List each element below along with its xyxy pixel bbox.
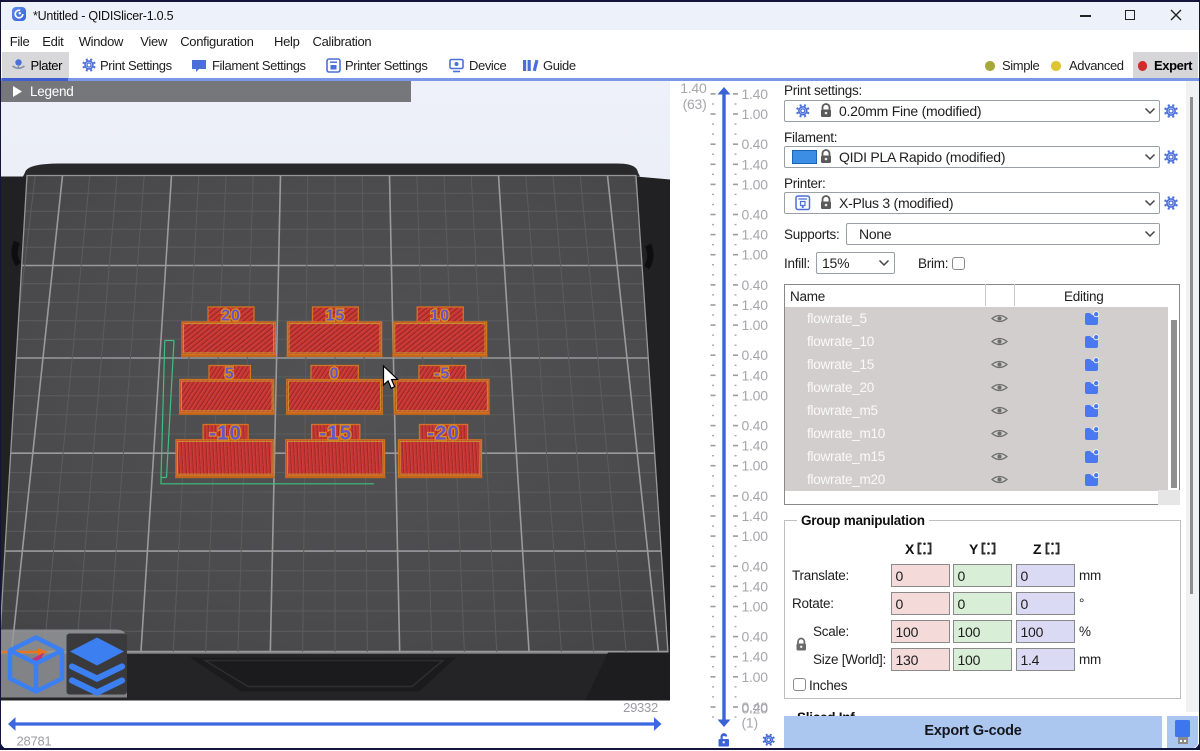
svg-text:5: 5 — [225, 365, 235, 382]
svg-text:1.40: 1.40 — [680, 81, 707, 96]
svg-text:1.00: 1.00 — [742, 176, 769, 192]
svg-text:-20: -20 — [427, 421, 460, 444]
svg-text:-10: -10 — [209, 421, 242, 444]
svg-text:1.00: 1.00 — [742, 387, 769, 403]
svg-text:1.40: 1.40 — [742, 367, 769, 383]
svg-text:1.40: 1.40 — [742, 156, 769, 172]
svg-text:1.00: 1.00 — [742, 668, 769, 684]
svg-text:(1): (1) — [742, 714, 758, 730]
svg-text:1.00: 1.00 — [742, 457, 769, 473]
svg-text:1.40: 1.40 — [742, 297, 769, 313]
svg-text:0.40: 0.40 — [742, 628, 769, 644]
svg-text:1.40: 1.40 — [742, 508, 769, 524]
svg-text:1.00: 1.00 — [742, 246, 769, 262]
svg-text:1.40: 1.40 — [742, 578, 769, 594]
svg-text:0: 0 — [330, 365, 340, 382]
svg-text:28781: 28781 — [17, 733, 52, 748]
svg-text:1.40: 1.40 — [742, 85, 769, 101]
svg-text:0.40: 0.40 — [742, 347, 769, 363]
svg-text:1.00: 1.00 — [742, 598, 769, 614]
svg-text:0.40: 0.40 — [742, 487, 769, 503]
svg-text:(63): (63) — [683, 96, 707, 112]
svg-text:0.40: 0.40 — [742, 558, 769, 574]
svg-text:-15: -15 — [319, 421, 352, 444]
svg-text:10: 10 — [430, 307, 450, 324]
svg-text:0.40: 0.40 — [742, 136, 769, 152]
svg-text:1.00: 1.00 — [742, 317, 769, 333]
svg-text:29332: 29332 — [623, 700, 658, 715]
svg-text:1.00: 1.00 — [742, 106, 769, 122]
svg-text:0.40: 0.40 — [742, 417, 769, 433]
svg-text:0.40: 0.40 — [742, 206, 769, 222]
svg-text:1.40: 1.40 — [742, 226, 769, 242]
svg-text:0.40: 0.40 — [742, 276, 769, 292]
svg-text:15: 15 — [326, 307, 346, 324]
svg-text:1.00: 1.00 — [742, 528, 769, 544]
svg-text:1.40: 1.40 — [742, 437, 769, 453]
svg-text:-5: -5 — [434, 365, 450, 382]
svg-text:20: 20 — [221, 307, 241, 324]
svg-text:1.40: 1.40 — [742, 648, 769, 664]
